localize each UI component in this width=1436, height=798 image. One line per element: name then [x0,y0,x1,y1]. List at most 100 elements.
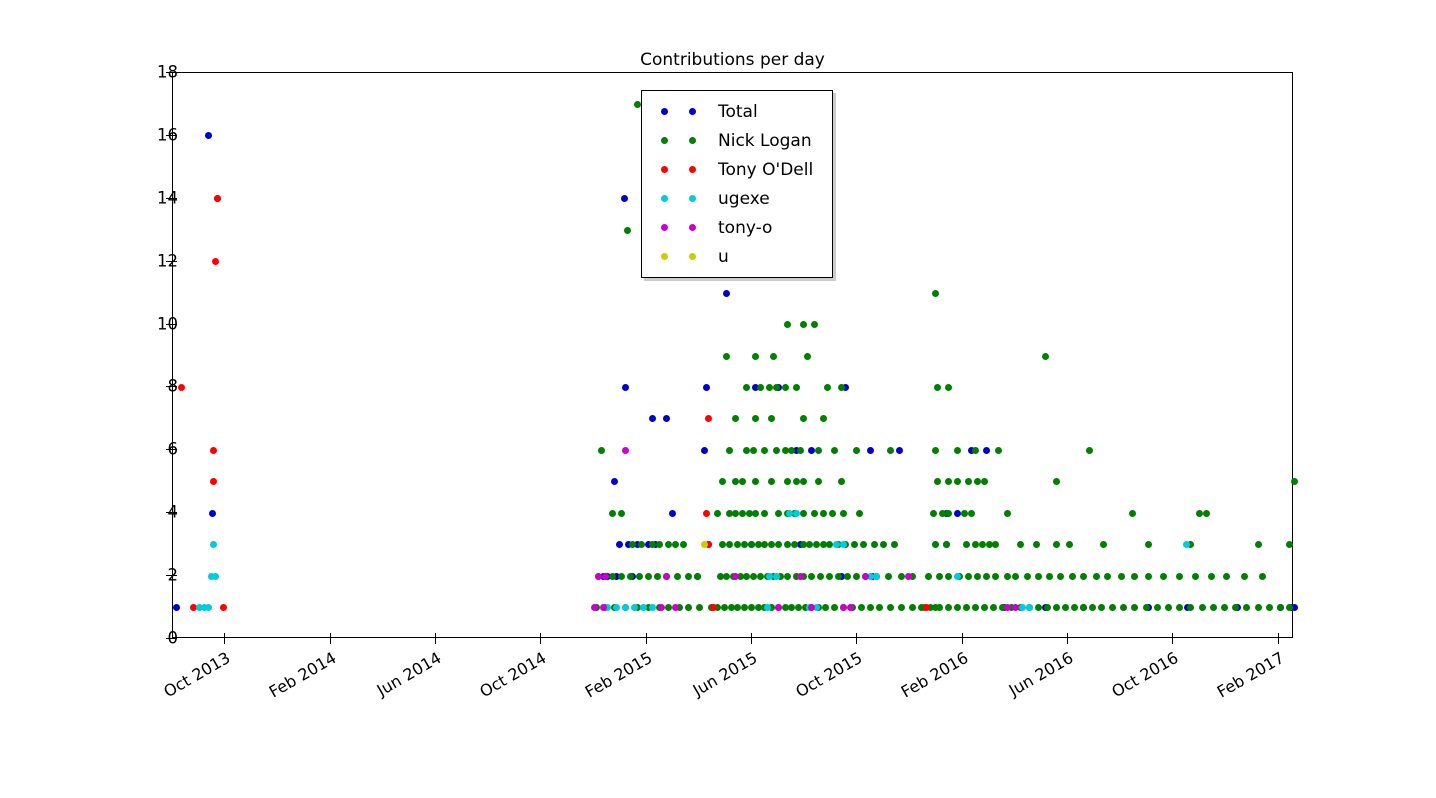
scatter-point [884,572,892,580]
x-axis-tick-mark-inner [1172,633,1174,638]
scatter-point [613,604,621,612]
scatter-point [839,541,847,549]
scatter-point [617,572,625,580]
scatter-point [871,541,879,549]
chart-figure: Contributions per day Total Nick Logan Ton… [0,0,1436,798]
scatter-point [866,446,874,454]
x-axis-tick-mark [224,638,226,644]
scatter-point [752,509,760,517]
legend-dot-icon [688,253,696,260]
x-axis-tick-mark [1067,638,1069,644]
scatter-point [1182,541,1190,549]
scatter-point [1290,478,1298,486]
scatter-point [1025,604,1033,612]
scatter-point [783,572,791,580]
legend-item-label: Tony O'Dell [718,159,814,180]
scatter-point [700,446,708,454]
scatter-point [835,572,843,580]
scatter-point [772,446,780,454]
scatter-point [1070,604,1078,612]
scatter-point [866,604,874,612]
scatter-point [803,352,811,360]
scatter-point [725,541,733,549]
legend-marker-icon-secondary [678,224,706,231]
scatter-point [709,604,717,612]
scatter-point [860,541,868,549]
scatter-point [925,572,933,580]
scatter-point [1016,541,1024,549]
scatter-point [1097,604,1105,612]
legend-marker-icon [650,166,678,173]
scatter-point [830,604,838,612]
legend-item: Total [642,97,832,126]
scatter-point [671,604,679,612]
scatter-point [1144,572,1152,580]
scatter-point [824,383,832,391]
x-axis-tick-mark-inner [540,633,542,638]
x-axis-tick-label: Feb 2014 [265,648,339,702]
scatter-point [942,541,950,549]
scatter-point [1099,541,1107,549]
scatter-point [974,572,982,580]
scatter-point [963,541,971,549]
scatter-point [873,572,881,580]
scatter-point [839,604,847,612]
scatter-point [931,446,939,454]
legend-dot-icon [660,166,668,173]
scatter-point [626,572,634,580]
scatter-point [954,604,962,612]
y-axis-tick-mark-inner [172,134,177,136]
scatter-point [934,383,942,391]
legend-marker-icon [650,137,678,144]
scatter-point [738,509,746,517]
scatter-point [994,446,1002,454]
scatter-point [1142,604,1150,612]
scatter-point [1254,541,1262,549]
scatter-point [1079,572,1087,580]
legend-item: ugexe [642,184,832,213]
scatter-point [992,572,1000,580]
legend-marker-icon [650,224,678,231]
scatter-point [774,509,782,517]
scatter-point [622,446,630,454]
scatter-point [673,572,681,580]
scatter-point [965,478,973,486]
scatter-point [954,446,962,454]
scatter-point [1104,572,1112,580]
scatter-point [1052,604,1060,612]
x-axis-tick-mark [856,638,858,644]
scatter-point [792,383,800,391]
scatter-point [783,478,791,486]
scatter-point [790,541,798,549]
legend-marker-icon-secondary [678,108,706,115]
scatter-point [703,509,711,517]
scatter-point [653,572,661,580]
scatter-point [774,604,782,612]
scatter-point [743,383,751,391]
scatter-point [772,383,780,391]
scatter-point [718,541,726,549]
scatter-point [1223,572,1231,580]
scatter-point [1207,572,1215,580]
legend-item: u [642,242,832,271]
scatter-point [756,572,764,580]
scatter-point [694,572,702,580]
x-axis-tick-label: Oct 2015 [792,648,866,702]
scatter-point [795,604,803,612]
scatter-point [972,604,980,612]
scatter-point [765,383,773,391]
scatter-point [1191,572,1199,580]
scatter-point [983,446,991,454]
x-axis-tick-mark [750,638,752,644]
legend-marker-icon-secondary [678,253,706,260]
scatter-point [209,478,217,486]
scatter-point [1041,352,1049,360]
legend-item-label: tony-o [718,217,773,238]
scatter-point [178,383,186,391]
scatter-point [622,604,630,612]
scatter-point [895,446,903,454]
legend-marker-icon-secondary [678,195,706,202]
scatter-point [978,541,986,549]
scatter-point [770,352,778,360]
scatter-point [738,478,746,486]
